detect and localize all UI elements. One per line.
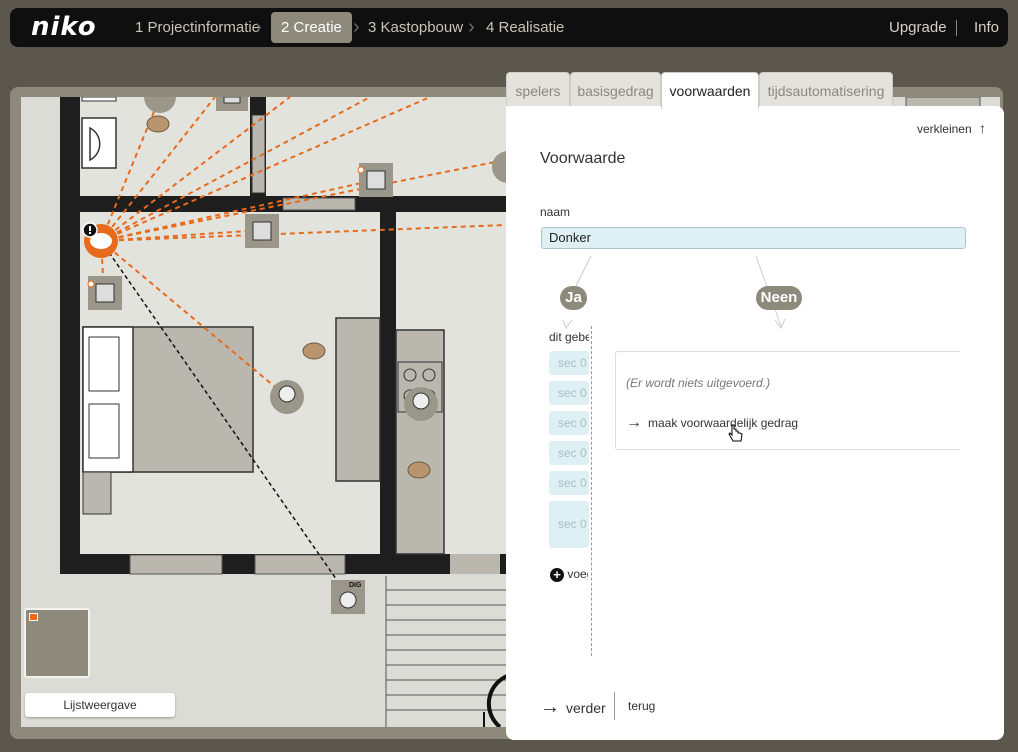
- step-projectinformatie[interactable]: 1 Projectinformatie: [135, 12, 260, 43]
- yes-action-item[interactable]: sec 0: [549, 471, 589, 495]
- plus-icon: +: [550, 567, 564, 582]
- step-kastopbouw[interactable]: 3 Kastopbouw: [368, 12, 463, 43]
- minimap-marker: [29, 613, 38, 621]
- chevron-right-icon: ›: [353, 16, 360, 38]
- divider: [956, 20, 957, 36]
- upgrade-link[interactable]: Upgrade: [889, 12, 947, 43]
- next-button[interactable]: → verder: [540, 696, 606, 719]
- minimap-thumbnail[interactable]: [24, 608, 90, 678]
- top-navigation-bar: niko 1 Projectinformatie › 2 Creatie › 3…: [10, 8, 1008, 47]
- yes-action-item[interactable]: sec 0: [549, 381, 589, 405]
- yes-column-header: dit gebeurt: [549, 330, 589, 344]
- condition-panel: verkleinen ↑ Voorwaarde naam Donker Ja N…: [506, 106, 1004, 740]
- next-label: verder: [566, 700, 606, 716]
- step-realisatie[interactable]: 4 Realisatie: [486, 12, 564, 43]
- back-button[interactable]: terug: [628, 699, 655, 713]
- niko-logo: niko: [31, 12, 97, 42]
- chevron-right-icon: ›: [255, 16, 262, 38]
- yes-action-item[interactable]: sec 0: [549, 351, 589, 375]
- step-creatie[interactable]: 2 Creatie: [271, 12, 352, 43]
- no-branch-box: (Er wordt niets uitgevoerd.) → maak voorw…: [615, 351, 960, 450]
- yes-action-item[interactable]: sec 0: [549, 411, 589, 435]
- tab-tijdsautomatisering[interactable]: tijdsautomatisering: [759, 72, 893, 107]
- tab-spelers[interactable]: spelers: [506, 72, 570, 107]
- divider: [614, 692, 615, 720]
- no-branch-label: Neen: [756, 286, 802, 310]
- arrow-right-icon: →: [540, 696, 560, 718]
- hand-cursor-icon: [728, 424, 743, 442]
- yes-branch-label: Ja: [560, 286, 587, 310]
- list-view-button[interactable]: Lijstweergave: [25, 693, 175, 717]
- make-conditional-behavior-link[interactable]: → maak voorwaardelijk gedrag: [626, 414, 798, 432]
- yes-add-label: voeg toe: [567, 567, 588, 581]
- chevron-right-icon: ›: [468, 16, 475, 38]
- tab-voorwaarden[interactable]: voorwaarden: [661, 72, 759, 109]
- yes-column-divider: [591, 326, 592, 656]
- yes-action-item[interactable]: sec 0: [549, 441, 589, 465]
- arrow-right-icon: →: [626, 414, 642, 431]
- dimmer-label: DIG: [349, 582, 362, 589]
- yes-add-button[interactable]: + voeg toe: [550, 567, 588, 582]
- tab-basisgedrag[interactable]: basisgedrag: [570, 72, 661, 107]
- yes-action-item[interactable]: sec 0: [549, 501, 589, 548]
- make-conditional-label: maak voorwaardelijk gedrag: [648, 416, 799, 430]
- empty-message: (Er wordt niets uitgevoerd.): [626, 376, 771, 390]
- info-link[interactable]: Info: [974, 12, 999, 43]
